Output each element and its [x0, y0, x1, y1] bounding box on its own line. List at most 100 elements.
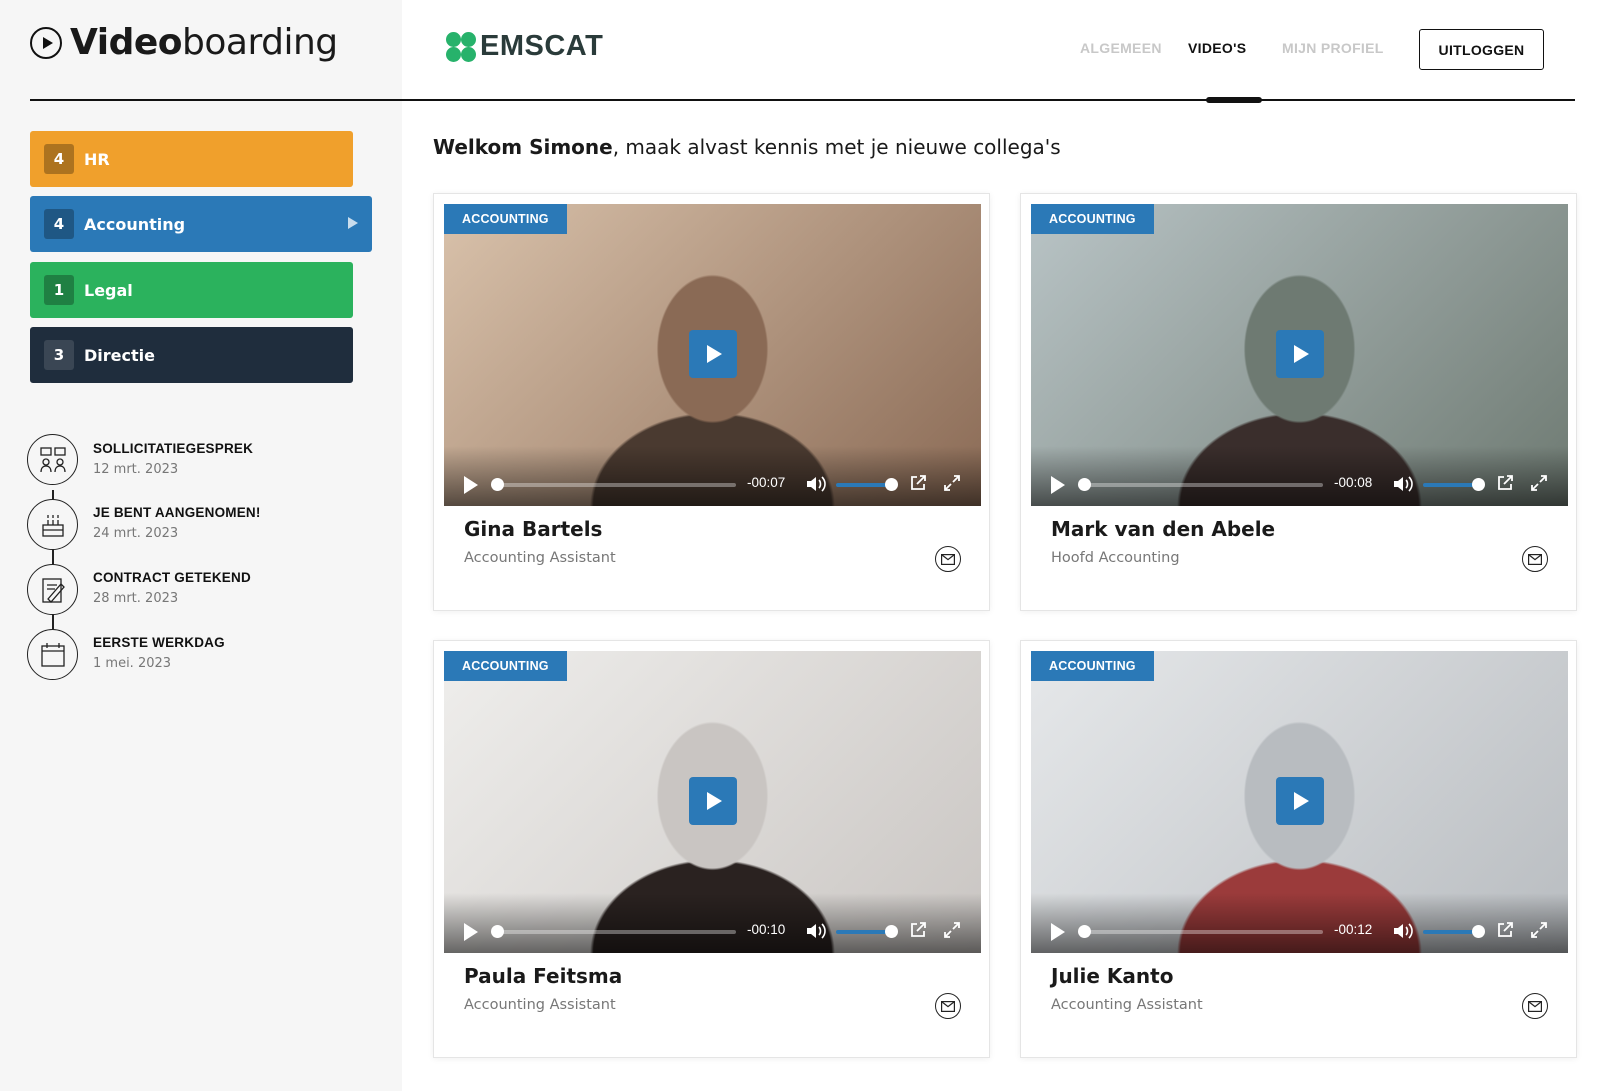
play-icon[interactable]	[689, 777, 737, 825]
video-card: ACCOUNTING -00:07 Gina Bartels Accountin…	[433, 193, 990, 611]
colleague-name: Julie Kanto	[1051, 964, 1174, 988]
category-tag: ACCOUNTING	[1031, 651, 1154, 681]
volume-icon[interactable]	[1392, 921, 1414, 941]
progress-bar[interactable]	[1078, 925, 1323, 938]
external-link-icon[interactable]	[909, 921, 927, 939]
colleague-name: Gina Bartels	[464, 517, 603, 541]
interview-icon	[27, 434, 78, 485]
company-logo[interactable]: EMSCAT	[446, 30, 603, 63]
category-tag: ACCOUNTING	[444, 651, 567, 681]
video-controls: -00:08	[1031, 446, 1568, 506]
category-tag: ACCOUNTING	[1031, 204, 1154, 234]
cake-icon	[27, 499, 78, 550]
volume-slider[interactable]	[836, 478, 898, 491]
category-count: 4	[44, 144, 74, 174]
timeline-date: 1 mei. 2023	[93, 656, 172, 671]
category-count: 3	[44, 340, 74, 370]
category-label: Directie	[84, 345, 155, 365]
mail-icon[interactable]	[1522, 993, 1548, 1019]
colleague-role: Accounting Assistant	[464, 997, 616, 1013]
timeline-title: CONTRACT GETEKEND	[93, 570, 251, 585]
play-button-icon[interactable]	[1051, 923, 1065, 941]
timeline-title: JE BENT AANGENOMEN!	[93, 505, 261, 520]
external-link-icon[interactable]	[1496, 921, 1514, 939]
volume-slider[interactable]	[836, 925, 898, 938]
play-button-icon[interactable]	[464, 923, 478, 941]
nav-algemeen[interactable]: ALGEMEEN	[1080, 40, 1162, 56]
volume-slider[interactable]	[1423, 925, 1485, 938]
category-count: 1	[44, 275, 74, 305]
progress-bar[interactable]	[491, 925, 736, 938]
timeline-date: 12 mrt. 2023	[93, 462, 179, 477]
volume-handle[interactable]	[1472, 478, 1485, 491]
volume-handle[interactable]	[1472, 925, 1485, 938]
fullscreen-icon[interactable]	[943, 474, 961, 492]
volume-slider[interactable]	[1423, 478, 1485, 491]
progress-bar[interactable]	[1078, 478, 1323, 491]
time-remaining: -00:07	[747, 475, 786, 490]
progress-handle[interactable]	[491, 925, 504, 938]
video-card: ACCOUNTING -00:12 Julie Kanto Accounting…	[1020, 640, 1577, 1058]
video-card: ACCOUNTING -00:10 Paula Feitsma Accounti…	[433, 640, 990, 1058]
progress-handle[interactable]	[491, 478, 504, 491]
video-card: ACCOUNTING -00:08 Mark van den Abele Hoo…	[1020, 193, 1577, 611]
external-link-icon[interactable]	[1496, 474, 1514, 492]
progress-handle[interactable]	[1078, 478, 1091, 491]
welcome-message: Welkom Simone, maak alvast kennis met je…	[433, 135, 1061, 159]
brand-bold: Video	[70, 22, 183, 63]
play-icon[interactable]	[1276, 777, 1324, 825]
welcome-name: Welkom Simone	[433, 135, 613, 159]
timeline-date: 28 mrt. 2023	[93, 591, 179, 606]
progress-bar[interactable]	[491, 478, 736, 491]
video-player[interactable]: ACCOUNTING -00:10	[444, 651, 981, 953]
mail-icon[interactable]	[935, 993, 961, 1019]
time-remaining: -00:08	[1334, 475, 1373, 490]
category-label: HR	[84, 149, 110, 169]
nav-mijn-profiel[interactable]: MIJN PROFIEL	[1282, 40, 1384, 56]
mail-icon[interactable]	[1522, 546, 1548, 572]
video-player[interactable]: ACCOUNTING -00:08	[1031, 204, 1568, 506]
nav-videos[interactable]: VIDEO'S	[1188, 40, 1246, 56]
volume-icon[interactable]	[805, 921, 827, 941]
time-remaining: -00:12	[1334, 922, 1373, 937]
colleague-name: Mark van den Abele	[1051, 517, 1276, 541]
play-button-icon[interactable]	[1051, 476, 1065, 494]
play-circle-icon	[30, 26, 62, 59]
welcome-text: , maak alvast kennis met je nieuwe colle…	[612, 135, 1061, 159]
colleague-role: Accounting Assistant	[464, 550, 616, 566]
header-divider	[30, 99, 1575, 101]
video-player[interactable]: ACCOUNTING -00:07	[444, 204, 981, 506]
category-accounting[interactable]: 4 Accounting	[30, 196, 372, 252]
play-icon[interactable]	[1276, 330, 1324, 378]
video-controls: -00:10	[444, 893, 981, 953]
fullscreen-icon[interactable]	[1530, 921, 1548, 939]
video-player[interactable]: ACCOUNTING -00:12	[1031, 651, 1568, 953]
progress-handle[interactable]	[1078, 925, 1091, 938]
colleague-name: Paula Feitsma	[464, 964, 623, 988]
company-name: EMSCAT	[480, 30, 604, 62]
volume-handle[interactable]	[885, 478, 898, 491]
play-button-icon[interactable]	[464, 476, 478, 494]
category-legal[interactable]: 1 Legal	[30, 262, 353, 318]
mail-icon[interactable]	[935, 546, 961, 572]
volume-icon[interactable]	[805, 474, 827, 494]
external-link-icon[interactable]	[909, 474, 927, 492]
fullscreen-icon[interactable]	[943, 921, 961, 939]
category-directie[interactable]: 3 Directie	[30, 327, 353, 383]
clover-icon	[446, 31, 476, 62]
logout-button[interactable]: UITLOGGEN	[1419, 29, 1544, 70]
video-controls: -00:12	[1031, 893, 1568, 953]
volume-handle[interactable]	[885, 925, 898, 938]
category-hr[interactable]: 4 HR	[30, 131, 353, 187]
category-label: Accounting	[84, 214, 186, 234]
timeline-date: 24 mrt. 2023	[93, 526, 179, 541]
brand-light: boarding	[182, 22, 338, 63]
volume-icon[interactable]	[1392, 474, 1414, 494]
app-brand[interactable]: Video boarding	[30, 22, 338, 63]
timeline-title: EERSTE WERKDAG	[93, 635, 225, 650]
time-remaining: -00:10	[747, 922, 786, 937]
fullscreen-icon[interactable]	[1530, 474, 1548, 492]
play-icon[interactable]	[689, 330, 737, 378]
colleague-role: Accounting Assistant	[1051, 997, 1203, 1013]
contract-icon	[27, 564, 78, 615]
